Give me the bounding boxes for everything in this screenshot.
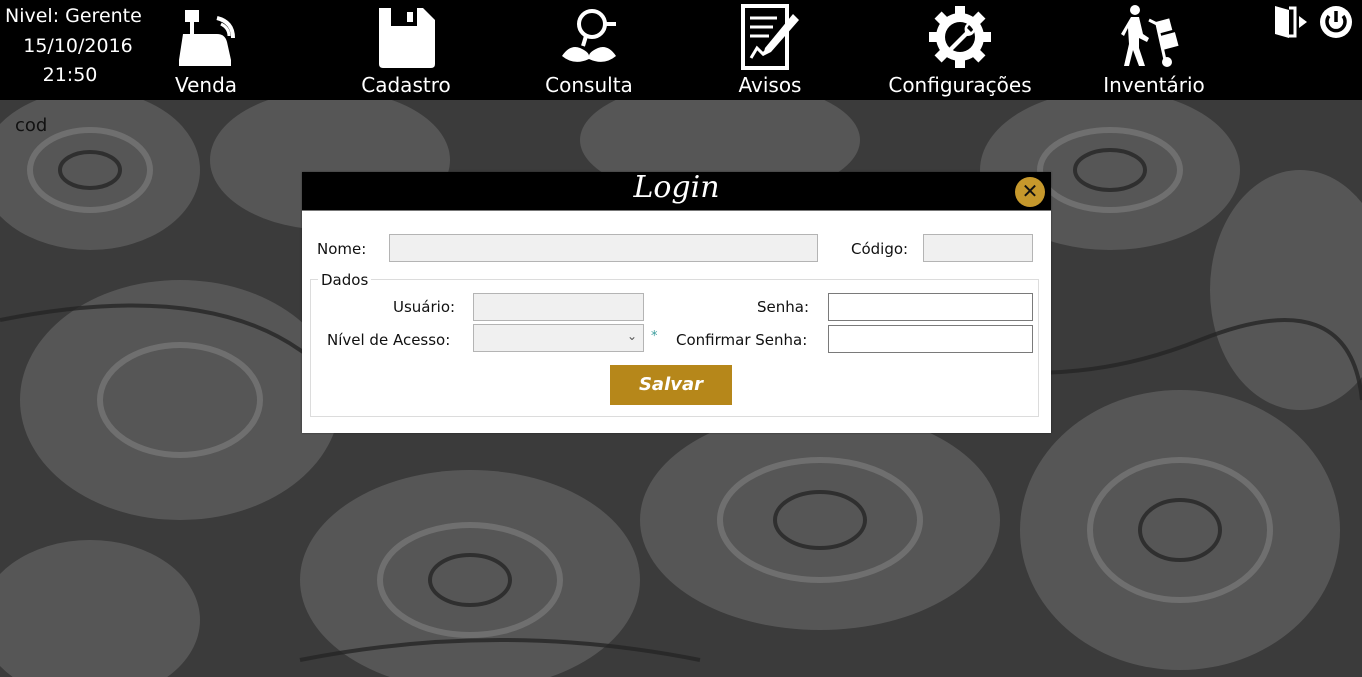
power-icon[interactable] [1318, 4, 1354, 40]
date-text: 15/10/2016 [23, 35, 133, 57]
nav-avisos-button[interactable]: Avisos [725, 4, 815, 98]
nav-inventario-label: Inventário [1103, 73, 1205, 97]
top-navigation-bar: Nivel: Gerente 15/10/2016 21:50 Venda Ca… [0, 0, 1362, 100]
time-text: 21:50 [42, 64, 98, 86]
nav-consulta-label: Consulta [545, 73, 633, 97]
user-label: Usuário: [393, 298, 456, 316]
detective-icon [562, 9, 616, 62]
access-level-select[interactable]: ⌄ [473, 324, 644, 352]
nav-avisos-label: Avisos [738, 73, 802, 97]
code-label: Código: [851, 240, 909, 258]
close-icon: ✕ [1021, 179, 1039, 203]
close-button[interactable]: ✕ [1015, 177, 1045, 207]
password-input[interactable] [828, 293, 1033, 321]
nav-venda-button[interactable]: Venda [160, 4, 252, 98]
save-icon [379, 8, 435, 68]
nav-configuracoes-label: Configurações [888, 73, 1032, 97]
access-level-label: Nível de Acesso: [327, 331, 451, 349]
notes-pencil-icon [741, 4, 799, 70]
user-input[interactable] [473, 293, 644, 321]
password-label: Senha: [757, 298, 810, 316]
hand-truck-icon [1121, 5, 1179, 67]
nav-venda-label: Venda [174, 73, 238, 97]
nav-configuracoes-button[interactable]: Configurações [876, 4, 1044, 98]
exit-door-icon[interactable] [1271, 4, 1309, 40]
nav-cadastro-label: Cadastro [361, 73, 451, 97]
nav-cadastro-button[interactable]: Cadastro [350, 4, 462, 98]
chevron-down-icon: ⌄ [626, 329, 637, 343]
dados-legend: Dados [318, 271, 372, 289]
user-level-text: Nivel: Gerente [5, 5, 142, 27]
login-dialog: Login ✕ Nome: Código: Dados Usuário: Sen… [302, 170, 1051, 433]
confirm-password-input[interactable] [828, 325, 1033, 353]
save-button[interactable]: Salvar [610, 365, 732, 405]
nav-consulta-button[interactable]: Consulta [533, 4, 645, 98]
confirm-password-label: Confirmar Senha: [676, 331, 808, 349]
code-input[interactable] [923, 234, 1033, 262]
name-input[interactable] [389, 234, 818, 262]
required-mark: * [651, 329, 658, 344]
dialog-header: Login ✕ [302, 170, 1051, 211]
cash-register-icon [179, 10, 235, 66]
name-label: Nome: [317, 240, 367, 258]
gear-wrench-icon [929, 6, 991, 68]
nav-inventario-button[interactable]: Inventário [1094, 4, 1214, 98]
cod-label: cod [15, 115, 48, 136]
dialog-title: Login [633, 170, 720, 205]
